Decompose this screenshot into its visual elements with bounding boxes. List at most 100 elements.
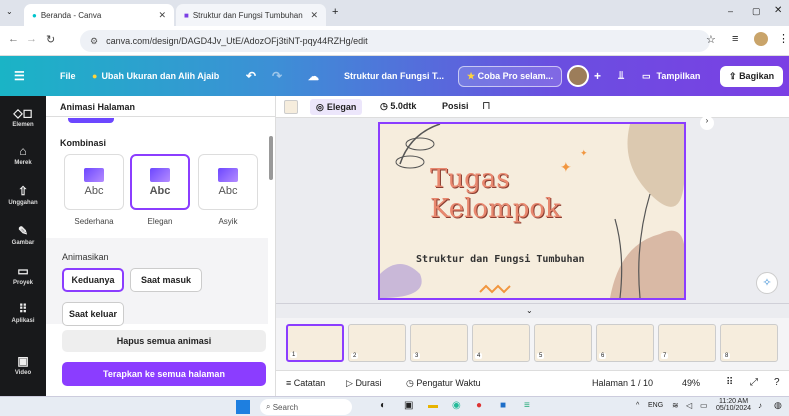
reload-icon[interactable]: ↻: [46, 33, 55, 46]
editor-toolbar: ◎ Elegan ◷ 5.0dtk Posisi ⊓: [276, 96, 789, 118]
app-icon[interactable]: ≡: [524, 400, 530, 411]
tab-beranda[interactable]: ● Beranda - Canva ✕: [24, 4, 174, 26]
animation-button[interactable]: ◎ Elegan: [310, 99, 363, 115]
widget-icon[interactable]: ◍: [774, 400, 782, 411]
volume-icon[interactable]: ◁: [686, 401, 692, 410]
option-saat-keluar[interactable]: Saat keluar: [62, 302, 124, 326]
insights-icon[interactable]: ⫫: [618, 56, 624, 96]
grid-view-icon[interactable]: ⠿: [726, 377, 733, 388]
close-window-icon[interactable]: ✕: [774, 5, 782, 16]
clock[interactable]: 11:20 AM 05/10/2024: [716, 398, 751, 412]
profile-avatar[interactable]: [754, 32, 768, 46]
card-sample: Abc: [149, 184, 171, 197]
app-icon[interactable]: ◉: [452, 400, 461, 411]
rail-item-unggahan[interactable]: ⇧ Unggahan: [0, 184, 46, 206]
new-tab-button[interactable]: +: [332, 6, 338, 18]
page-thumb[interactable]: 2: [348, 324, 406, 362]
present-button[interactable]: ▭ Tampilkan: [642, 56, 700, 96]
animation-panel: Animasi Halaman Kombinasi Abc Abc Abc Se…: [46, 96, 276, 396]
background-color-swatch[interactable]: [284, 100, 298, 114]
app-icon[interactable]: ▣: [404, 400, 413, 411]
duration-toggle[interactable]: ▷ Durasi: [346, 378, 381, 389]
bookmark-star-icon[interactable]: ☆: [706, 33, 716, 46]
resize-label: Ubah Ukuran dan Alih Ajaib: [101, 71, 220, 81]
page-thumb[interactable]: 8: [720, 324, 778, 362]
zigzag-shape: [479, 284, 511, 294]
redo-icon[interactable]: ↷: [272, 56, 282, 96]
duration-button[interactable]: ◷ 5.0dtk: [380, 101, 416, 112]
rail-item-merek[interactable]: ⌂ Merek: [0, 144, 46, 166]
page-indicator[interactable]: Halaman 1 / 10: [592, 378, 653, 388]
scrolled-card-edge: [68, 118, 114, 123]
magic-assistant-button[interactable]: ✧: [756, 272, 778, 294]
back-icon[interactable]: ←: [8, 33, 19, 45]
windows-start-icon[interactable]: [236, 400, 250, 414]
file-menu[interactable]: File: [60, 56, 76, 96]
add-collaborator-icon[interactable]: +: [594, 56, 601, 96]
taskbar-search[interactable]: ⌕ Search: [260, 399, 352, 415]
page-thumb[interactable]: 3: [410, 324, 468, 362]
close-icon[interactable]: ✕: [158, 10, 166, 21]
rail-label: Gambar: [11, 240, 35, 246]
tray-expand-icon[interactable]: ^: [636, 402, 639, 409]
rail-item-video[interactable]: ▣ Video: [0, 354, 46, 376]
menu-icon[interactable]: ⋮: [778, 32, 789, 45]
cloud-save-icon[interactable]: ☁: [308, 56, 319, 96]
site-info-icon[interactable]: ⚙: [90, 36, 98, 47]
chrome-icon[interactable]: ●: [476, 400, 482, 411]
close-icon[interactable]: ✕: [310, 10, 318, 21]
tab-search-icon[interactable]: ⌄: [6, 7, 20, 19]
lock-icon[interactable]: ⊓: [482, 99, 491, 112]
page-thumb[interactable]: 4: [472, 324, 530, 362]
timer-label: Pengatur Waktu: [416, 378, 481, 388]
sparkle-icon: ✦: [560, 159, 572, 175]
language-indicator[interactable]: ENG: [648, 402, 663, 409]
help-icon[interactable]: ?: [774, 377, 780, 388]
rail-item-proyek[interactable]: ▭ Proyek: [0, 264, 46, 286]
anim-card-sederhana[interactable]: Abc: [64, 154, 124, 210]
zoom-level[interactable]: 49%: [682, 378, 700, 388]
document-title[interactable]: Struktur dan Fungsi T...: [344, 56, 444, 96]
anim-card-asyik[interactable]: Abc: [198, 154, 258, 210]
forward-icon[interactable]: →: [26, 33, 37, 45]
try-pro-button[interactable]: ★ Coba Pro selam...: [458, 56, 563, 96]
restore-icon[interactable]: ▢: [752, 6, 761, 17]
undo-icon[interactable]: ↶: [246, 56, 256, 96]
duration-label: 5.0dtk: [390, 101, 417, 111]
slide-nav-icon[interactable]: ›: [700, 116, 714, 130]
rail-item-aplikasi[interactable]: ⠿ Aplikasi: [0, 302, 46, 324]
slide-canvas[interactable]: ✦ ✦ Tugas Kelompok Struktur dan Fungsi T…: [378, 122, 686, 300]
tab-struktur[interactable]: ■ Struktur dan Fungsi Tumbuhan ✕: [176, 4, 326, 26]
page-thumb[interactable]: 7: [658, 324, 716, 362]
notes-button[interactable]: ≡ Catatan: [286, 378, 325, 388]
page-thumb[interactable]: 5: [534, 324, 592, 362]
remove-all-animations-button[interactable]: Hapus semua animasi: [62, 330, 266, 352]
app-icon[interactable]: ■: [500, 400, 506, 411]
notification-bell-icon[interactable]: ♪: [758, 401, 762, 410]
wifi-icon[interactable]: ≋: [672, 401, 679, 410]
card-label-elegan: Elegan: [147, 217, 173, 226]
option-keduanya[interactable]: Keduanya: [62, 268, 124, 292]
apply-all-pages-button[interactable]: Terapkan ke semua halaman: [62, 362, 266, 386]
collapse-thumbs-icon[interactable]: ⌄: [526, 306, 533, 315]
share-button[interactable]: ⇪ Bagikan: [720, 56, 784, 96]
hamburger-icon[interactable]: ☰: [14, 56, 25, 96]
timer-button[interactable]: ◷ Pengatur Waktu: [406, 378, 481, 389]
panel-scrollbar[interactable]: [269, 136, 273, 180]
page-thumb[interactable]: 6: [596, 324, 654, 362]
fullscreen-icon[interactable]: ⤢: [750, 377, 758, 388]
app-icon[interactable]: ◐: [380, 400, 386, 411]
page-thumb[interactable]: 1: [286, 324, 344, 362]
rail-item-gambar[interactable]: ✎ Gambar: [0, 224, 46, 246]
position-button[interactable]: Posisi: [442, 101, 469, 111]
rail-item-elemen[interactable]: ◇◻ Elemen: [0, 106, 46, 128]
battery-icon[interactable]: ▭: [700, 401, 708, 410]
extensions-icon[interactable]: ≡: [732, 33, 738, 45]
collaborator-avatar[interactable]: [567, 65, 589, 87]
minimize-icon[interactable]: –: [728, 6, 733, 16]
url-field[interactable]: ⚙ canva.com/design/DAGD4Jv_UtE/AdozOFj3t…: [80, 30, 710, 52]
option-saat-masuk[interactable]: Saat masuk: [130, 268, 202, 292]
anim-card-elegan[interactable]: Abc: [130, 154, 190, 210]
resize-button[interactable]: ● Ubah Ukuran dan Alih Ajaib: [92, 56, 219, 96]
file-explorer-icon[interactable]: ▬: [428, 400, 438, 411]
